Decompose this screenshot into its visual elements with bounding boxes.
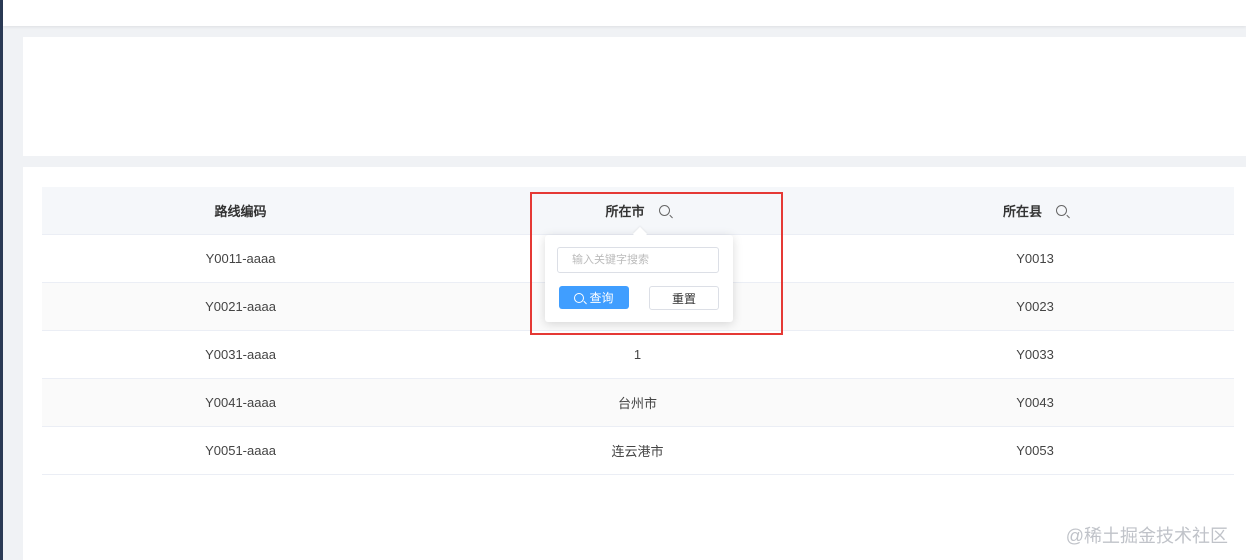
column-label: 所在县 [1002,204,1042,219]
header-panel [23,37,1246,156]
table-row: Y0031-aaaa 1 Y0033 [42,331,1234,379]
cell-county: Y0013 [1016,251,1054,266]
cell-route-code: Y0031-aaaa [205,347,276,362]
cell-county: Y0043 [1016,395,1054,410]
highlight-annotation-box [530,192,783,335]
search-icon[interactable] [1056,205,1067,216]
cell-city: 台州市 [617,396,657,411]
cell-route-code: Y0021-aaaa [205,299,276,314]
cell-county: Y0023 [1016,299,1054,314]
cell-county: Y0033 [1016,347,1054,362]
cell-city: 连云港市 [611,444,664,459]
column-label: 路线编码 [214,204,267,219]
cell-county: Y0053 [1016,443,1054,458]
column-header-county: 所在县 [836,187,1234,234]
table-row: Y0041-aaaa 台州市 Y0043 [42,379,1234,427]
left-edge-bar [0,0,3,560]
top-bar [3,0,1246,26]
cell-route-code: Y0051-aaaa [205,443,276,458]
cell-route-code: Y0011-aaaa [205,251,276,266]
watermark: @稀土掘金技术社区 [1065,526,1228,546]
table-row: Y0051-aaaa 连云港市 Y0053 [42,427,1234,475]
cell-city: 1 [633,347,642,362]
cell-route-code: Y0041-aaaa [205,395,276,410]
column-header-route-code: 路线编码 [42,187,439,234]
